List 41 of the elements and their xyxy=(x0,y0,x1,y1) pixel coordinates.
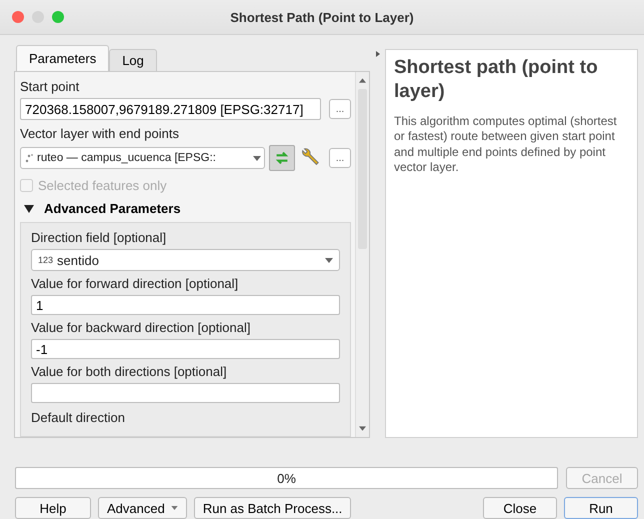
direction-field-dropdown[interactable]: 123 sentido xyxy=(31,249,340,271)
caret-icon xyxy=(325,258,333,262)
dialog-button[interactable]: Close xyxy=(483,497,557,519)
field-label: Value for forward direction [optional] xyxy=(31,275,240,293)
arrows-icon xyxy=(273,149,291,167)
tab[interactable]: Log xyxy=(109,49,157,71)
input-field[interactable]: -1 xyxy=(31,339,340,359)
ellipsis-menu-button[interactable]: ... xyxy=(329,148,351,168)
field-label: Direction field [optional] xyxy=(31,229,168,247)
caret-icon xyxy=(253,156,261,160)
input-field[interactable] xyxy=(31,383,340,403)
advanced-menu-button[interactable]: Advanced xyxy=(98,497,187,519)
point-layer-icon xyxy=(24,153,34,163)
input-field[interactable]: 1 xyxy=(31,295,340,315)
help-text: This algorithm computes optimal (shortest or fastest) route between given start point and multiple end points defined by point vector layer. xyxy=(394,114,618,176)
caret-icon xyxy=(170,506,178,510)
start-point-field[interactable]: 720368.158007,9679189.271809 [EPSG:32717] xyxy=(20,98,321,120)
scrollbar[interactable] xyxy=(355,72,369,437)
expand-arrow-icon[interactable] xyxy=(376,51,380,57)
field-label: Vector layer with end points xyxy=(20,125,180,143)
close-icon[interactable] xyxy=(12,11,24,23)
advanced-parameters-toggle[interactable]: Advanced Parameters xyxy=(20,197,351,220)
triangle-icon xyxy=(24,204,34,212)
field-label: Default direction xyxy=(31,409,126,427)
iterate-toggle-button[interactable] xyxy=(269,145,295,171)
scroll-down-icon[interactable] xyxy=(359,426,366,431)
ellipsis-button[interactable]: ... xyxy=(329,99,351,119)
layer-dropdown[interactable]: ruteo — campus_ucuenca [EPSG:: xyxy=(20,147,265,169)
footer-button[interactable]: Help xyxy=(15,497,91,519)
window-title: Shortest Path (Point to Layer) xyxy=(229,10,415,24)
field-label: Value for both directions [optional] xyxy=(31,363,228,381)
tab[interactable]: Parameters xyxy=(16,45,110,71)
footer-button[interactable]: Run as Batch Process... xyxy=(194,497,352,519)
dialog-button[interactable]: Run xyxy=(564,497,638,519)
help-title: Shortest path (point to layer) xyxy=(394,56,599,104)
checkbox-label: Selected features only xyxy=(38,178,167,193)
scroll-up-icon[interactable] xyxy=(359,78,366,83)
progress-reading: 0% xyxy=(277,470,296,486)
field-label: Start point xyxy=(20,78,80,96)
zoom-icon[interactable] xyxy=(52,11,64,23)
field-label: Value for backward direction [optional] xyxy=(31,319,252,337)
